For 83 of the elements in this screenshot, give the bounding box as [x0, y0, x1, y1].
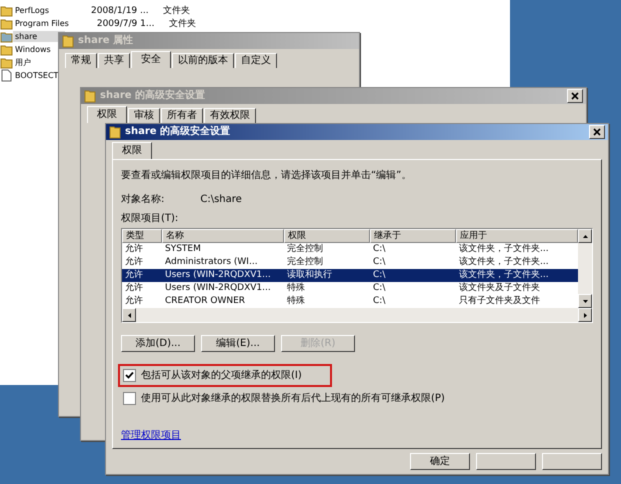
file-date: 2009/7/9 1... — [96, 18, 156, 30]
dialog-button[interactable] — [476, 453, 536, 470]
file-name[interactable]: PerfLogs — [13, 5, 65, 16]
tab[interactable]: 有效权限 — [204, 108, 256, 123]
down-arrow-icon — [582, 298, 588, 304]
folder-icon — [84, 90, 96, 102]
table-cell-text: C:\ — [372, 269, 386, 282]
object-name-label: 对象名称: — [121, 194, 164, 206]
folder-icon — [0, 30, 13, 43]
file-name[interactable]: Program Files — [13, 18, 71, 29]
tab[interactable]: 共享 — [98, 53, 130, 68]
tab[interactable]: 常规 — [65, 53, 97, 68]
up-arrow-icon — [582, 234, 588, 238]
table-cell-text: C:\ — [372, 295, 386, 308]
table-cell-text: 允许 — [124, 256, 144, 269]
folder-icon — [109, 126, 121, 138]
window-title: share 属性 — [78, 35, 134, 47]
tab[interactable]: 权限 — [112, 142, 152, 159]
table-cell-text: 读取和执行 — [286, 269, 333, 282]
vertical-scrollbar[interactable] — [578, 229, 592, 308]
dialog-button[interactable]: 添加(D)... — [121, 335, 195, 352]
column-header[interactable]: 名称 — [162, 229, 284, 243]
folder-icon — [0, 4, 13, 17]
folder-icon — [0, 17, 13, 30]
manage-permissions-link[interactable]: 管理权限项目 — [121, 430, 181, 442]
close-button[interactable] — [567, 89, 583, 103]
table-cell-text: 该文件夹，子文件夹... — [458, 256, 550, 269]
close-icon — [593, 128, 601, 136]
column-header[interactable]: 权限 — [284, 229, 370, 243]
inherit-option[interactable]: 包括可从该对象的父项继承的权限(I) — [121, 368, 302, 383]
column-header[interactable]: 类型 — [122, 229, 162, 243]
object-name: C:\share — [200, 194, 242, 206]
table-cell-text: 该文件夹，子文件夹... — [458, 243, 550, 256]
table-cell-text: Administrators (WI... — [164, 256, 259, 269]
column-header[interactable]: 继承于 — [370, 229, 456, 243]
list-label: 权限项目(T): — [121, 213, 180, 225]
window-title: share 的高级安全设置 — [100, 90, 206, 102]
table-cell-text: C:\ — [372, 282, 386, 295]
table-cell-text: C:\ — [372, 256, 386, 269]
table-cell-text: 允许 — [124, 295, 144, 308]
table-cell-text: Users (WIN-2RQDXV1... — [164, 282, 272, 295]
tab[interactable]: 审核 — [128, 108, 160, 123]
inherit-option[interactable]: 使用可从此对象继承的权限替换所有后代上现有的所有可继承权限(P) — [121, 391, 445, 406]
table-cell-text: 特殊 — [286, 282, 306, 295]
tab[interactable]: 自定义 — [235, 53, 277, 68]
table-cell-text: C:\ — [372, 243, 386, 256]
table-cell-text: 允许 — [124, 243, 144, 256]
table-cell-text: 允许 — [124, 269, 144, 282]
checkbox[interactable] — [123, 392, 136, 405]
close-button[interactable] — [589, 125, 605, 139]
left-arrow-icon — [126, 312, 132, 318]
folder-icon — [62, 34, 74, 48]
right-arrow-icon — [582, 312, 588, 318]
table-cell-text: 允许 — [124, 282, 144, 295]
permission-row[interactable]: 允许 Users (WIN-2RQDXV1... 读取和执行 C:\ 该文件夹，子文件夹... — [122, 269, 578, 282]
checkbox[interactable] — [123, 369, 136, 382]
table-cell-text: 完全控制 — [286, 243, 324, 256]
ok-button[interactable]: 确定 — [410, 453, 470, 470]
tab[interactable]: 权限 — [87, 106, 127, 123]
tab[interactable]: 所有者 — [161, 108, 203, 123]
instruction-text: 要查看或编辑权限项目的详细信息，请选择该项目并单击“编辑”。 — [121, 170, 412, 182]
file-type: 文件夹 — [163, 4, 191, 16]
table-cell-text: 该文件夹及子文件夹 — [458, 282, 541, 295]
check-icon — [125, 371, 134, 380]
table-cell-text: Users (WIN-2RQDXV1... — [164, 269, 272, 282]
table-cell-text: 该文件夹，子文件夹... — [458, 269, 550, 282]
window-title: share 的高级安全设置 — [125, 126, 232, 138]
folder-icon — [0, 56, 13, 69]
column-header[interactable]: 应用于 — [456, 229, 578, 243]
dialog-button[interactable] — [542, 453, 602, 470]
table-cell-text: CREATOR OWNER — [164, 295, 246, 308]
tab[interactable]: 安全 — [131, 51, 171, 68]
file-date: 2008/1/19 ... — [91, 4, 150, 16]
table-cell-text: 完全控制 — [286, 256, 324, 269]
table-cell-text: 特殊 — [286, 295, 306, 308]
file-type: 文件夹 — [168, 18, 197, 30]
horizontal-scrollbar[interactable] — [122, 308, 592, 322]
table-cell-text: SYSTEM — [164, 243, 202, 256]
close-icon — [571, 92, 579, 100]
folder-icon — [0, 43, 13, 56]
dialog-button[interactable]: 编辑(E)... — [201, 335, 275, 352]
table-cell-text: 只有子文件夹及文件 — [458, 295, 541, 308]
tab[interactable]: 以前的版本 — [172, 53, 234, 68]
